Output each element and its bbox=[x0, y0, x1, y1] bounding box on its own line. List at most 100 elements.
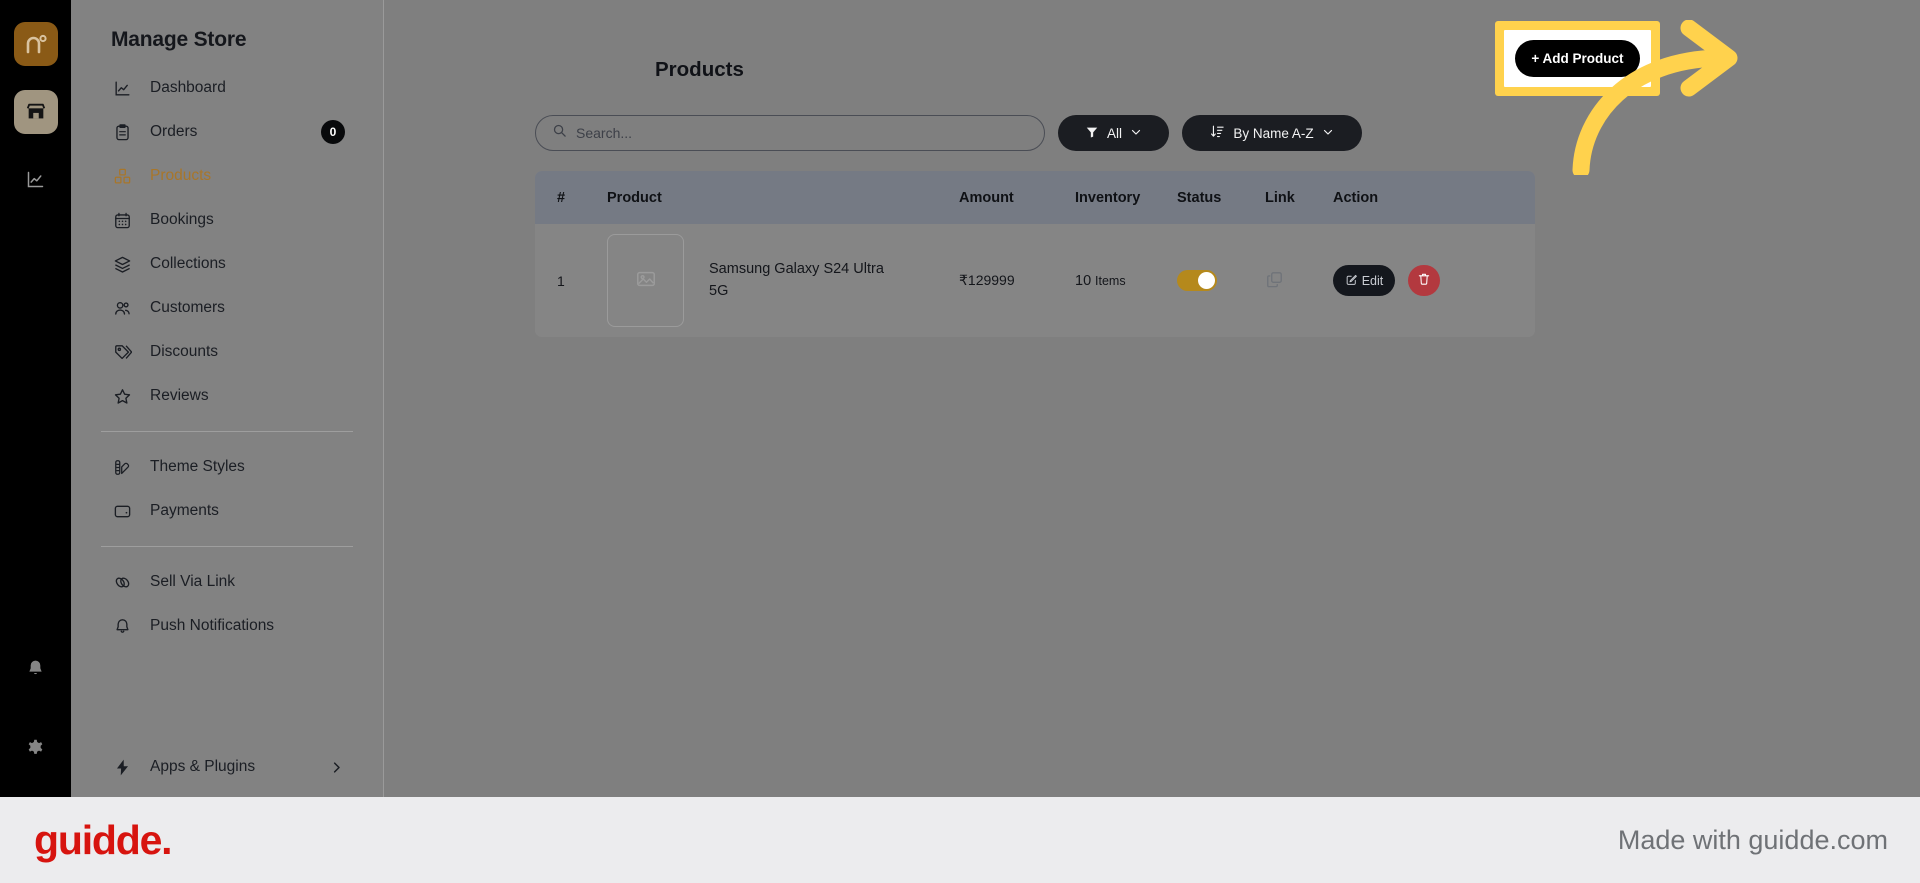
sidebar-item-reviews[interactable]: Reviews bbox=[99, 374, 355, 418]
sidebar-item-label: Reviews bbox=[150, 387, 209, 404]
chevron-right-icon bbox=[327, 758, 345, 776]
guidde-logo: guidde. bbox=[34, 816, 173, 863]
column-header-link: Link bbox=[1265, 189, 1295, 206]
filter-dropdown-label: All bbox=[1106, 125, 1122, 141]
add-product-highlight: + Add Product bbox=[1495, 21, 1660, 96]
rail-gear-icon[interactable] bbox=[14, 729, 58, 767]
calendar-icon bbox=[111, 209, 133, 231]
orders-badge: 0 bbox=[321, 120, 345, 144]
icon-rail bbox=[0, 0, 71, 797]
row-status bbox=[1177, 270, 1265, 291]
sidebar-divider-1 bbox=[101, 431, 353, 432]
row-index: 1 bbox=[557, 272, 565, 289]
sidebar-item-label: Customers bbox=[150, 299, 225, 316]
add-product-button[interactable]: + Add Product bbox=[1515, 40, 1640, 77]
rail-item-store[interactable] bbox=[13, 90, 58, 134]
chart-line-icon bbox=[111, 77, 133, 99]
sidebar-item-products[interactable]: Products bbox=[99, 154, 355, 198]
app-root: Manage Store Dashboard Orders 0 Products… bbox=[0, 0, 1920, 883]
column-header-action: Action bbox=[1333, 189, 1379, 206]
funnel-icon bbox=[1085, 125, 1099, 142]
pencil-square-icon bbox=[1345, 273, 1358, 289]
rail-bell-icon[interactable] bbox=[14, 649, 58, 687]
search-input[interactable] bbox=[576, 125, 1028, 141]
star-icon bbox=[111, 385, 133, 407]
row-link bbox=[1265, 270, 1333, 292]
chevron-down-icon bbox=[1130, 126, 1142, 141]
sidebar-item-label: Discounts bbox=[150, 343, 219, 360]
row-product-cell: Samsung Galaxy S24 Ultra 5G bbox=[607, 234, 959, 327]
column-header-status: Status bbox=[1177, 189, 1222, 206]
sidebar-item-label: Theme Styles bbox=[150, 458, 245, 475]
table-row[interactable]: 1 Samsung Galaxy S24 Ultra 5G ₹129999 10… bbox=[535, 224, 1535, 337]
sidebar-item-label: Apps & Plugins bbox=[150, 758, 256, 775]
rail-bottom-group bbox=[14, 649, 58, 797]
sidebar: Manage Store Dashboard Orders 0 Products… bbox=[71, 0, 384, 797]
sidebar-item-collections[interactable]: Collections bbox=[99, 242, 355, 286]
sort-dropdown[interactable]: By Name A-Z bbox=[1182, 115, 1362, 151]
products-table: # Product Amount Inventory Status Link A… bbox=[535, 171, 1535, 337]
layers-icon bbox=[111, 253, 133, 275]
sidebar-item-dashboard[interactable]: Dashboard bbox=[99, 66, 355, 110]
boxes-icon bbox=[111, 165, 133, 187]
wallet-icon bbox=[111, 500, 133, 522]
copy-icon[interactable] bbox=[1265, 271, 1284, 292]
sidebar-item-label: Bookings bbox=[150, 211, 214, 228]
main-content: Products + Add Product Search... All By … bbox=[384, 0, 1920, 797]
product-controls: All By Name A-Z bbox=[535, 115, 1362, 151]
search-icon bbox=[552, 123, 567, 143]
sidebar-item-label: Orders bbox=[150, 123, 198, 140]
row-inventory: 10 Items bbox=[1075, 272, 1177, 289]
sidebar-divider-2 bbox=[101, 546, 353, 547]
product-thumbnail bbox=[607, 234, 684, 327]
sidebar-item-label: Dashboard bbox=[150, 79, 226, 96]
sidebar-item-sell-via-link[interactable]: Sell Via Link bbox=[99, 560, 355, 604]
sidebar-item-theme-styles[interactable]: Theme Styles bbox=[99, 445, 355, 489]
column-header-amount: Amount bbox=[959, 189, 1014, 206]
inventory-unit: Items bbox=[1095, 274, 1126, 288]
sidebar-item-apps-plugins[interactable]: Apps & Plugins bbox=[99, 745, 355, 789]
clipboard-icon bbox=[111, 121, 133, 143]
made-with-label: Made with guidde.com bbox=[1617, 824, 1888, 855]
table-body: 1 Samsung Galaxy S24 Ultra 5G ₹129999 10… bbox=[535, 224, 1535, 337]
row-actions: Edit bbox=[1333, 265, 1513, 296]
action-buttons: Edit bbox=[1333, 265, 1513, 296]
sidebar-footer: Apps & Plugins bbox=[99, 745, 355, 789]
bell-icon bbox=[111, 615, 133, 637]
sidebar-item-label: Payments bbox=[150, 502, 219, 519]
sidebar-item-push-notifications[interactable]: Push Notifications bbox=[99, 604, 355, 648]
edit-button-label: Edit bbox=[1361, 273, 1384, 288]
sidebar-item-orders[interactable]: Orders 0 bbox=[99, 110, 355, 154]
delete-button[interactable] bbox=[1408, 265, 1440, 296]
sidebar-item-label: Push Notifications bbox=[150, 617, 275, 634]
brand-logo-icon[interactable] bbox=[13, 22, 58, 66]
rail-item-analytics[interactable] bbox=[14, 160, 58, 198]
inventory-count: 10 bbox=[1075, 273, 1092, 289]
chevron-down-icon bbox=[1322, 126, 1334, 141]
store-title: Manage Store bbox=[111, 28, 247, 51]
tag-icon bbox=[111, 341, 133, 363]
column-header-product: Product bbox=[607, 189, 662, 206]
dimmed-app-stage: Manage Store Dashboard Orders 0 Products… bbox=[0, 0, 1920, 797]
edit-button[interactable]: Edit bbox=[1333, 265, 1395, 296]
column-header-inventory: Inventory bbox=[1075, 189, 1141, 206]
sidebar-item-payments[interactable]: Payments bbox=[99, 489, 355, 533]
link-icon bbox=[111, 571, 133, 593]
table-header-row: # Product Amount Inventory Status Link A… bbox=[535, 171, 1535, 224]
sidebar-item-customers[interactable]: Customers bbox=[99, 286, 355, 330]
sidebar-item-discounts[interactable]: Discounts bbox=[99, 330, 355, 374]
status-toggle[interactable] bbox=[1177, 270, 1217, 291]
palette-icon bbox=[111, 456, 133, 478]
sidebar-item-label: Sell Via Link bbox=[150, 573, 236, 590]
product-name: Samsung Galaxy S24 Ultra 5G bbox=[709, 261, 884, 299]
image-placeholder-icon bbox=[635, 268, 657, 293]
bolt-icon bbox=[111, 756, 133, 778]
sidebar-item-label: Products bbox=[150, 167, 212, 184]
trash-icon bbox=[1417, 272, 1431, 289]
filter-dropdown[interactable]: All bbox=[1058, 115, 1169, 151]
guidde-footer: guidde. Made with guidde.com bbox=[0, 797, 1920, 883]
column-header-index: # bbox=[557, 189, 566, 206]
sidebar-item-label: Collections bbox=[150, 255, 226, 272]
sidebar-item-bookings[interactable]: Bookings bbox=[99, 198, 355, 242]
search-box[interactable] bbox=[535, 115, 1045, 151]
